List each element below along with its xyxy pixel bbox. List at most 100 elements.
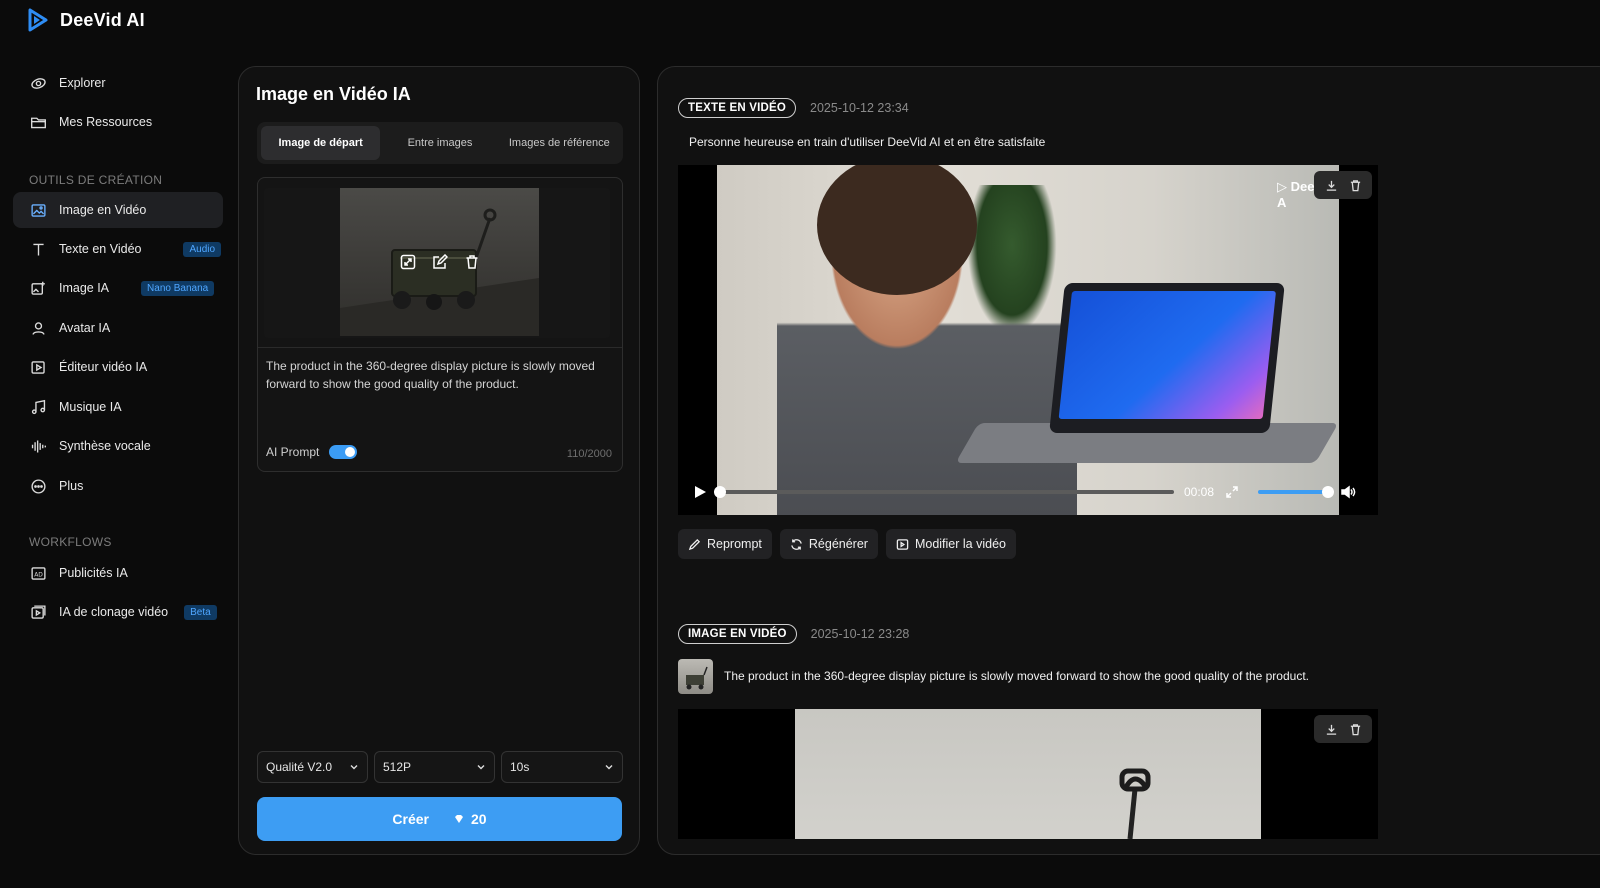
create-button[interactable]: Créer 20 [257,797,622,841]
ai-prompt-row: AI Prompt [266,445,358,459]
result-prompt: Personne heureuse en train d'utiliser De… [689,135,1046,149]
video-player-2[interactable] [678,709,1378,839]
wagon-handle-image [1119,768,1151,839]
badge-audio: Audio [183,241,222,257]
nav-label: Texte en Vidéo [59,242,142,256]
waveform-icon [29,437,47,455]
video-frame: ▷ DeeVid A [717,165,1339,515]
quality-select[interactable]: Qualité V2.0 [257,751,368,783]
start-image-thumbnail [340,188,539,336]
nav-editeur-video[interactable]: Éditeur vidéo IA [13,349,223,385]
trash-icon[interactable] [1344,175,1366,195]
nav-label: Avatar IA [59,321,111,335]
resolution-value: 512P [383,760,412,774]
prompt-textarea[interactable]: The product in the 360-degree display pi… [266,357,606,393]
video-player[interactable]: ▷ DeeVid A 00:08 [678,165,1378,515]
nav-label: Image en Vidéo [59,203,147,217]
result-actions: Reprompt Régénérer Modifier la vidéo [678,529,1016,559]
video-edit-icon [29,358,47,376]
result-timestamp: 2025-10-12 23:28 [810,627,910,641]
video-corner-actions [1314,715,1372,743]
nav-image-ia[interactable]: Image IA Nano Banana [13,270,223,306]
logo[interactable]: DeeVid AI [26,8,145,32]
nav-label: Mes Ressources [59,115,153,129]
nav-plus[interactable]: Plus [13,468,223,504]
image-edit-icon [29,279,47,297]
ad-icon: AD [29,564,47,582]
nav-label: Musique IA [59,400,122,414]
nav-publicites-ia[interactable]: AD Publicités IA [13,555,223,591]
laptop-shape [1049,283,1285,433]
nav-label: IA de clonage vidéo [59,605,169,619]
cost: 20 [453,811,487,827]
nav-synthese-vocale[interactable]: Synthèse vocale [13,428,223,464]
tab-entre-images[interactable]: Entre images [380,126,499,160]
badge-nano-banana: Nano Banana [141,280,215,296]
result-type-pill: IMAGE EN VIDÉO [678,624,797,644]
result-type-pill: TEXTE EN VIDÉO [678,98,797,118]
hair-shape [817,165,977,295]
more-icon [29,477,47,495]
music-icon [29,398,47,416]
section-workflows-label: WORKFLOWS [29,535,112,549]
chevron-down-icon [605,765,613,770]
nav-label: Synthèse vocale [59,439,151,453]
nav-label: Publicités IA [59,566,128,580]
video-corner-actions [1314,171,1372,199]
result-prompt: The product in the 360-degree display pi… [724,669,1309,683]
download-icon[interactable] [1320,719,1342,739]
section-tools-label: OUTILS DE CRÉATION [29,173,163,187]
trash-icon[interactable] [1344,719,1366,739]
reference-thumbnail[interactable] [678,659,713,694]
reprompt-button[interactable]: Reprompt [678,529,772,559]
nav-explorer[interactable]: Explorer [13,65,223,101]
play-icon[interactable] [692,484,708,500]
volume-slider[interactable] [1258,486,1335,498]
char-count: 110/2000 [566,448,612,460]
video-frame-2 [795,709,1261,839]
nav-clonage-video[interactable]: IA de clonage vidéo Beta [13,594,223,630]
duration-select[interactable]: 10s [501,751,623,783]
image-upload-area[interactable] [258,178,622,348]
regenerate-button[interactable]: Régénérer [779,529,878,559]
expand-icon[interactable] [399,253,417,271]
result-1-header: TEXTE EN VIDÉO 2025-10-12 23:34 [678,98,909,118]
volume-knob[interactable] [1322,486,1335,498]
app-root: DeeVid AI Explorer Mes Ressources OUTILS… [0,0,1600,888]
diamond-icon [455,815,463,823]
progress-knob[interactable] [714,486,726,498]
brand-name: DeeVid AI [60,9,145,30]
nav-label: Image IA [59,281,110,295]
edit-video-button[interactable]: Modifier la vidéo [885,529,1016,559]
refresh-icon [791,538,802,550]
nav-texte-en-video[interactable]: Texte en Vidéo Audio [13,231,223,267]
nav-image-en-video[interactable]: Image en Vidéo [13,192,223,228]
create-panel: Image en Vidéo IA Image de départ Entre … [238,66,640,855]
trash-icon[interactable] [463,253,481,271]
ai-prompt-label: AI Prompt [266,445,320,459]
nav-musique-ia[interactable]: Musique IA [13,389,223,425]
nav-mes-ressources[interactable]: Mes Ressources [13,104,223,140]
logo-icon [28,8,48,32]
download-icon[interactable] [1320,175,1342,195]
resolution-select[interactable]: 512P [374,751,495,783]
input-card: The product in the 360-degree display pi… [257,177,623,472]
tab-images-de-reference[interactable]: Images de référence [500,126,619,160]
reprompt-label: Reprompt [707,537,762,551]
tab-image-de-depart[interactable]: Image de départ [261,126,381,160]
nav-avatar-ia[interactable]: Avatar IA [13,310,223,346]
progress-bar[interactable] [714,486,1174,498]
volume-icon[interactable] [1340,484,1356,500]
user-icon [29,319,47,337]
pencil-icon [688,538,701,550]
edit-icon[interactable] [431,253,449,271]
ai-prompt-toggle[interactable] [329,445,358,459]
svg-text:AD: AD [34,571,43,578]
cost-value: 20 [471,811,487,827]
text-icon [29,240,47,258]
laptop-screen [1058,291,1277,419]
create-label: Créer [392,811,429,827]
result-timestamp: 2025-10-12 23:34 [810,101,909,115]
fullscreen-icon[interactable] [1224,484,1240,500]
result-2-header: IMAGE EN VIDÉO 2025-10-12 23:28 [678,624,909,644]
